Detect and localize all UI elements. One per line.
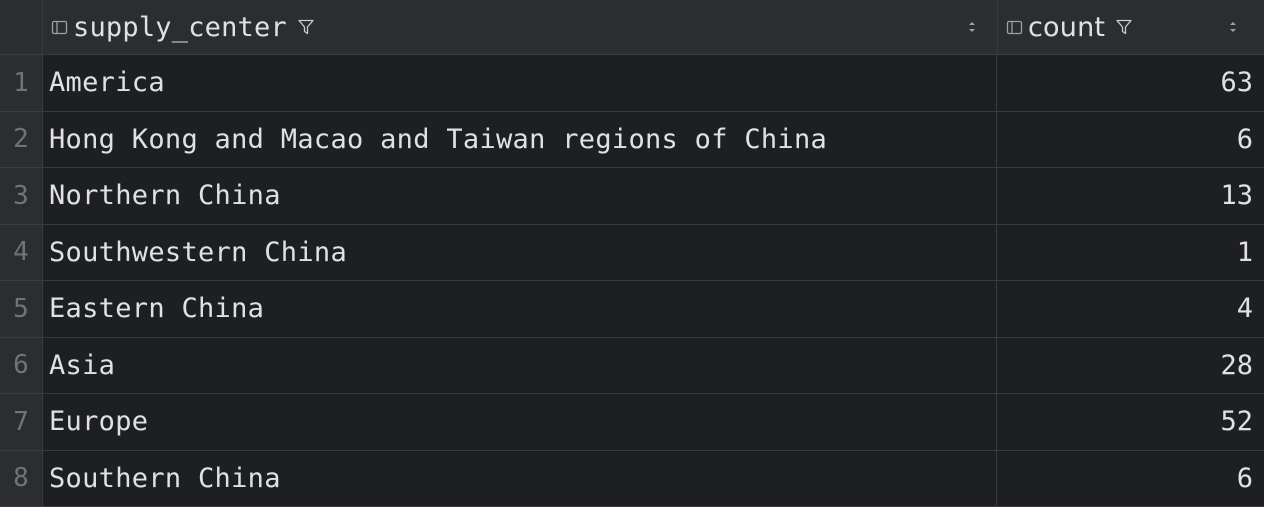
cell-count[interactable]: 6 [998,451,1264,507]
cell-supply-center[interactable]: Eastern China [43,281,997,337]
column-header-count[interactable]: count [998,0,1264,54]
cell-count[interactable]: 52 [998,394,1264,450]
row-number[interactable]: 5 [0,281,43,337]
row-number[interactable]: 8 [0,451,43,507]
grid-body: 1 America 63 2 Hong Kong and Macao and T… [0,55,1264,507]
row-number[interactable]: 2 [0,112,43,168]
sort-icon[interactable] [967,19,977,35]
column-icon [51,19,68,36]
table-row[interactable]: 8 Southern China 6 [0,451,1264,507]
row-number[interactable]: 4 [0,225,43,281]
cell-count[interactable]: 6 [998,112,1264,168]
filter-icon[interactable] [297,18,315,36]
table-row[interactable]: 6 Asia 28 [0,338,1264,395]
cell-supply-center[interactable]: Southern China [43,451,997,507]
cell-supply-center[interactable]: Asia [43,338,997,394]
table-row[interactable]: 4 Southwestern China 1 [0,225,1264,282]
row-number[interactable]: 1 [0,55,43,111]
row-number[interactable]: 3 [0,168,43,224]
cell-count[interactable]: 13 [998,168,1264,224]
column-icon [1006,19,1023,36]
grid-header: supply_center count [0,0,1264,55]
sort-icon[interactable] [1228,19,1238,35]
column-header-supply-center[interactable]: supply_center [43,0,998,54]
table-row[interactable]: 5 Eastern China 4 [0,281,1264,338]
cell-count[interactable]: 4 [998,281,1264,337]
column-name: supply_center [73,12,287,43]
table-row[interactable]: 2 Hong Kong and Macao and Taiwan regions… [0,112,1264,169]
cell-supply-center[interactable]: America [43,55,997,111]
table-row[interactable]: 1 America 63 [0,55,1264,112]
table-row[interactable]: 3 Northern China 13 [0,168,1264,225]
row-number[interactable]: 6 [0,338,43,394]
cell-count[interactable]: 63 [998,55,1264,111]
cell-supply-center[interactable]: Europe [43,394,997,450]
filter-icon[interactable] [1115,18,1133,36]
row-number[interactable]: 7 [0,394,43,450]
cell-supply-center[interactable]: Northern China [43,168,997,224]
cell-supply-center[interactable]: Southwestern China [43,225,997,281]
cell-count[interactable]: 1 [998,225,1264,281]
header-corner[interactable] [0,0,43,54]
cell-supply-center[interactable]: Hong Kong and Macao and Taiwan regions o… [43,112,997,168]
column-name: count [1028,12,1105,43]
result-grid: supply_center count 1 America 63 [0,0,1264,502]
table-row[interactable]: 7 Europe 52 [0,394,1264,451]
cell-count[interactable]: 28 [998,338,1264,394]
